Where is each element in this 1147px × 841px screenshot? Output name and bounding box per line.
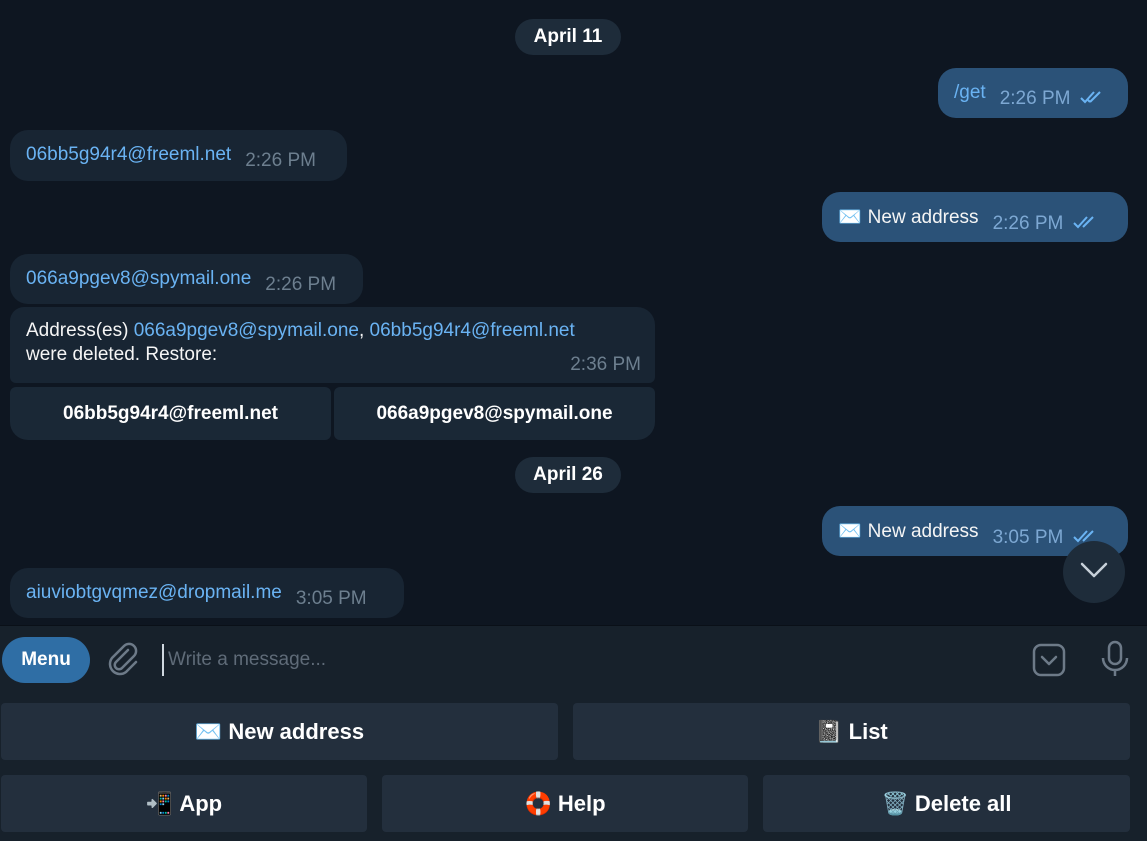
notice-prefix: Address(es) <box>26 320 134 341</box>
keyboard-button-help[interactable]: 🛟 Help <box>382 775 748 832</box>
keyboard-button-new-address[interactable]: ✉️ New address <box>1 703 558 760</box>
email-link[interactable]: 066a9pgev8@spymail.one <box>26 268 251 289</box>
restore-button-spymail[interactable]: 066a9pgev8@spymail.one <box>334 387 655 440</box>
double-check-icon <box>1080 87 1106 111</box>
incoming-message-deleted-notice[interactable]: Address(es) 066a9pgev8@spymail.one, 06bb… <box>10 307 655 383</box>
command-text[interactable]: /get <box>954 82 986 103</box>
incoming-message[interactable]: 06bb5g94r4@freeml.net 2:26 PM <box>10 130 347 181</box>
outgoing-message[interactable]: ✉️ New address 2:26 PM <box>822 192 1128 242</box>
message-text: New address <box>867 207 979 228</box>
microphone-icon[interactable] <box>1100 640 1130 683</box>
button-label: New address <box>228 719 365 744</box>
envelope-icon: ✉️ <box>838 520 862 542</box>
envelope-icon: ✉️ <box>194 720 223 745</box>
email-link[interactable]: 06bb5g94r4@freeml.net <box>370 320 575 341</box>
message-composer: Menu <box>0 625 1147 692</box>
chat-history[interactable]: April 11 /get 2:26 PM 06bb5g94r4@freeml.n… <box>0 0 1147 625</box>
incoming-message[interactable]: aiuviobtgvqmez@dropmail.me 3:05 PM <box>10 568 404 618</box>
button-label: List <box>848 719 888 744</box>
bot-keyboard: ✉️ New address 📓 List 📲 App 🛟 Help 🗑️ Delete … <box>0 691 1147 841</box>
separator: , <box>358 320 370 341</box>
message-time: 3:05 PM <box>992 527 1064 548</box>
button-label: Help <box>557 791 606 816</box>
keyboard-button-list[interactable]: 📓 List <box>573 703 1130 760</box>
message-time: 2:36 PM <box>570 354 641 375</box>
email-link[interactable]: aiuviobtgvqmez@dropmail.me <box>26 582 282 603</box>
deleted-notice-line: Address(es) 066a9pgev8@spymail.one, 06bb… <box>26 319 639 343</box>
message-text: New address <box>867 521 979 542</box>
keyboard-button-delete-all[interactable]: 🗑️ Delete all <box>763 775 1130 832</box>
notice-suffix: were deleted. Restore: <box>26 344 218 365</box>
restore-button-freeml[interactable]: 06bb5g94r4@freeml.net <box>10 387 331 440</box>
outgoing-message[interactable]: /get 2:26 PM <box>938 68 1128 118</box>
scroll-down-button[interactable] <box>1063 541 1125 603</box>
phone-arrow-icon: 📲 <box>145 792 174 817</box>
button-label: Delete all <box>914 791 1012 816</box>
email-link[interactable]: 066a9pgev8@spymail.one <box>134 320 359 341</box>
date-separator-april-11: April 11 <box>515 19 621 55</box>
button-label: App <box>179 791 223 816</box>
double-check-icon <box>1073 212 1099 236</box>
date-separator-april-26: April 26 <box>515 457 621 493</box>
keyboard-button-app[interactable]: 📲 App <box>1 775 367 832</box>
lifebuoy-icon: 🛟 <box>524 792 552 817</box>
message-time: 2:26 PM <box>992 213 1064 234</box>
menu-button[interactable]: Menu <box>2 637 90 683</box>
chevron-down-icon <box>1080 562 1108 583</box>
message-time: 2:26 PM <box>245 150 316 171</box>
emoji-sticker-icon[interactable] <box>1032 643 1066 682</box>
message-input[interactable] <box>162 644 1010 676</box>
trash-icon: 🗑️ <box>881 792 909 817</box>
message-time: 2:26 PM <box>999 88 1071 109</box>
message-time: 2:26 PM <box>265 274 337 295</box>
email-link[interactable]: 06bb5g94r4@freeml.net <box>26 144 231 165</box>
attach-icon[interactable] <box>106 642 140 683</box>
notebook-icon: 📓 <box>815 720 843 745</box>
envelope-icon: ✉️ <box>838 206 862 228</box>
incoming-message[interactable]: 066a9pgev8@spymail.one 2:26 PM <box>10 254 363 304</box>
message-time: 3:05 PM <box>295 588 367 609</box>
